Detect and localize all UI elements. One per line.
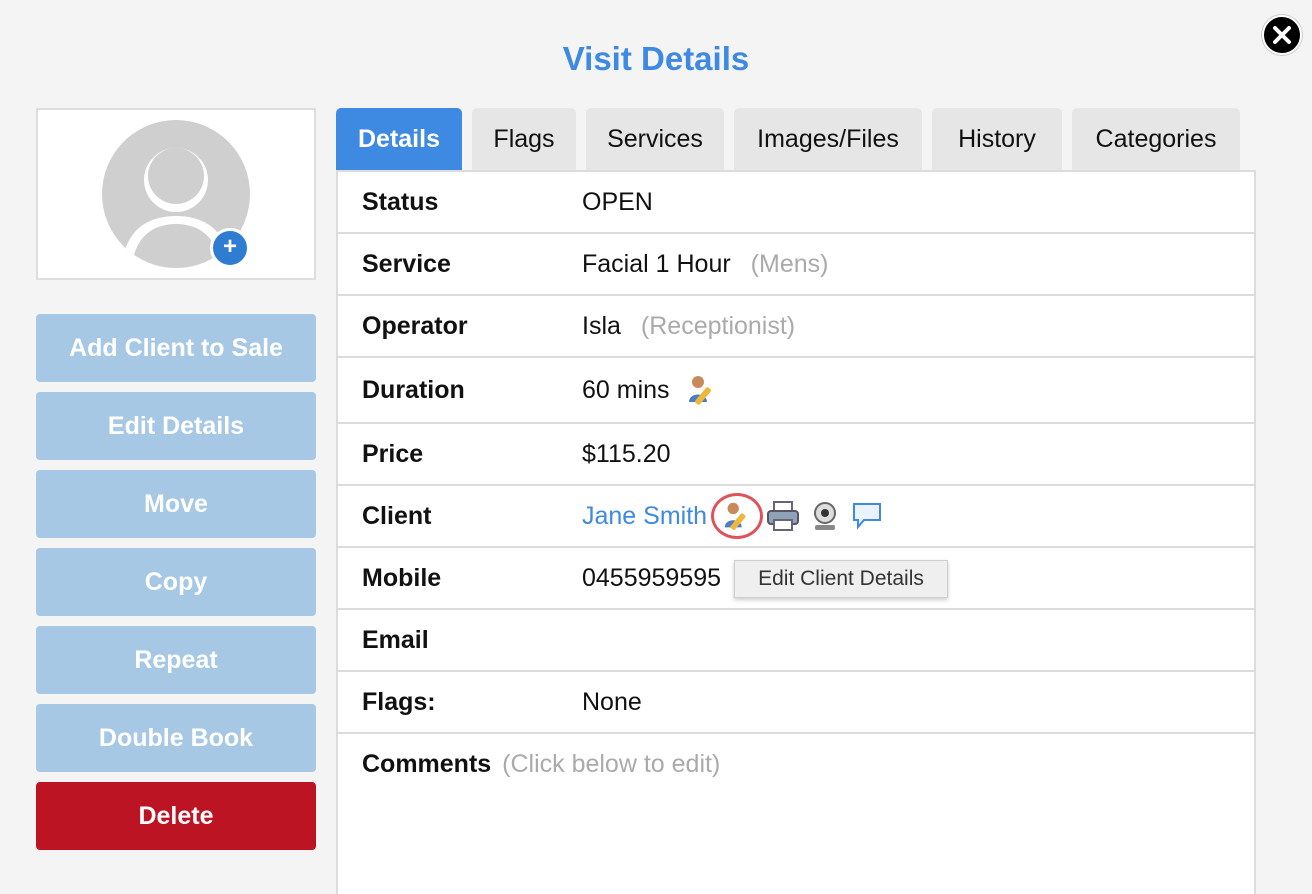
comments-section[interactable]: Comments (Click below to edit) [362,750,720,779]
status-row: Status OPEN [338,172,1254,234]
status-value: OPEN [582,187,653,216]
mobile-label: Mobile [362,563,442,592]
tooltip: Edit Client Details [734,560,948,598]
comments-label: Comments [362,750,492,778]
operator-role: (Receptionist) [640,311,796,340]
tab-details[interactable]: Details [336,108,462,170]
edit-details-button[interactable]: Edit Details [36,392,316,460]
price-row: Price $115.20 [338,424,1254,486]
tab-services[interactable]: Services [586,108,724,170]
duration-label: Duration [362,375,465,404]
tab-categories[interactable]: Categories [1072,108,1240,170]
price-value: $115.20 [582,439,671,468]
webcam-icon[interactable] [807,498,843,534]
price-label: Price [362,439,424,468]
tab-images-files[interactable]: Images/Files [734,108,922,170]
flags-row: Flags: None [338,672,1254,734]
repeat-button[interactable]: Repeat [36,626,316,694]
email-row: Email [338,610,1254,672]
client-label: Client [362,501,432,530]
status-label: Status [362,187,439,216]
service-row: Service Facial 1 Hour (Mens) [338,234,1254,296]
edit-person-icon[interactable] [684,372,720,408]
service-label: Service [362,249,451,278]
email-label: Email [362,625,429,654]
page-title: Visit Details [562,40,750,77]
duration-row: Duration 60 mins [338,358,1254,424]
client-row: Client Jane Smith [338,486,1254,548]
tab-bar: Details Flags Services Images/Files Hist… [336,108,1250,170]
tab-history[interactable]: History [932,108,1062,170]
edit-client-button[interactable] [711,493,764,539]
flags-value: None [582,687,642,716]
avatar: + [36,108,316,280]
service-value: Facial 1 Hour [582,249,731,278]
copy-button[interactable]: Copy [36,548,316,616]
print-icon[interactable] [765,498,801,534]
add-client-to-sale-button[interactable]: Add Client to Sale [36,314,316,382]
operator-row: Operator Isla (Receptionist) [338,296,1254,358]
tab-flags[interactable]: Flags [472,108,576,170]
move-button[interactable]: Move [36,470,316,538]
mobile-value: 0455959595 [582,563,722,592]
details-panel: Status OPEN Service Facial 1 Hour (Mens)… [336,170,1256,894]
add-photo-icon[interactable]: + [210,228,250,268]
operator-value: Isla [582,311,621,340]
client-name-link[interactable]: Jane Smith [582,502,707,531]
duration-value: 60 mins [582,375,670,404]
service-category: (Mens) [750,249,829,278]
flags-label: Flags: [362,687,436,716]
operator-label: Operator [362,311,468,340]
edit-person-icon [724,502,746,530]
double-book-button[interactable]: Double Book [36,704,316,772]
speech-bubble-icon[interactable] [849,498,885,534]
comments-hint: (Click below to edit) [502,750,721,778]
delete-button[interactable]: Delete [36,782,316,850]
